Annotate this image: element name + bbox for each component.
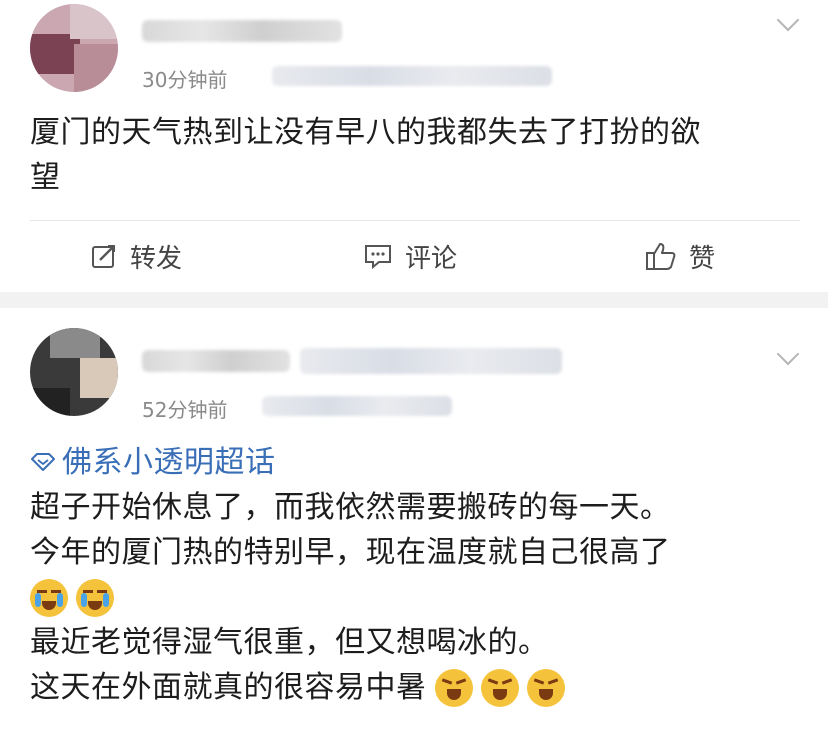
like-button[interactable]: 赞	[645, 238, 715, 274]
post-text: 佛系小透明超话 超子开始休息了，而我依然需要搬砖的每一天。 今年的厦门热的特别早…	[30, 440, 800, 710]
repost-label: 转发	[130, 243, 183, 274]
post-text-line: 这天在外面就真的很容易中暑	[30, 665, 800, 710]
divider	[30, 220, 800, 221]
angry-face-emoji	[434, 668, 473, 707]
comment-bubble-icon	[363, 242, 393, 270]
post-card-1: 30分钟前 厦门的天气热到让没有早八的我都失去了打扮的欲 望 转发 评论 赞	[0, 0, 828, 292]
angry-face-emoji	[526, 668, 565, 707]
post-text-line: 望	[30, 160, 61, 195]
post-text-line: 厦门的天气热到让没有早八的我都失去了打扮的欲	[30, 115, 701, 150]
badge-blurred	[300, 348, 562, 374]
chevron-down-icon[interactable]	[776, 8, 800, 32]
chevron-down-icon[interactable]	[776, 342, 800, 366]
angry-face-emoji	[480, 668, 519, 707]
source-blurred	[262, 396, 452, 416]
avatar[interactable]	[30, 328, 118, 416]
post-card-2: 52分钟前 佛系小透明超话 超子开始休息了，而我依然需要搬砖的每一天。 今年的厦…	[0, 308, 828, 739]
crying-face-emoji	[76, 578, 114, 617]
emoji-row	[30, 575, 800, 620]
post-text-line-content: 这天在外面就真的很容易中暑	[30, 670, 427, 705]
edit-share-icon	[90, 242, 118, 270]
comment-label: 评论	[405, 243, 458, 274]
topic-label: 佛系小透明超话	[62, 445, 276, 480]
source-blurred	[272, 66, 552, 86]
thumbs-up-icon	[645, 241, 677, 271]
post-text-line: 最近老觉得湿气很重，但又想喝冰的。	[30, 625, 549, 660]
post-text: 厦门的天气热到让没有早八的我都失去了打扮的欲 望	[30, 110, 800, 200]
like-label: 赞	[689, 243, 716, 274]
crying-face-emoji	[30, 578, 68, 617]
avatar[interactable]	[30, 4, 118, 92]
username-blurred[interactable]	[142, 350, 290, 372]
post-time: 30分钟前	[142, 68, 228, 92]
repost-button[interactable]: 转发	[90, 238, 182, 274]
post-time: 52分钟前	[142, 398, 228, 422]
username-blurred[interactable]	[142, 20, 342, 42]
post-text-line: 今年的厦门热的特别早，现在温度就自己很高了	[30, 535, 671, 570]
comment-button[interactable]: 评论	[363, 238, 457, 274]
topic-link[interactable]: 佛系小透明超话	[30, 440, 800, 485]
diamond-icon	[30, 440, 56, 485]
post-text-line: 超子开始休息了，而我依然需要搬砖的每一天。	[30, 490, 671, 525]
